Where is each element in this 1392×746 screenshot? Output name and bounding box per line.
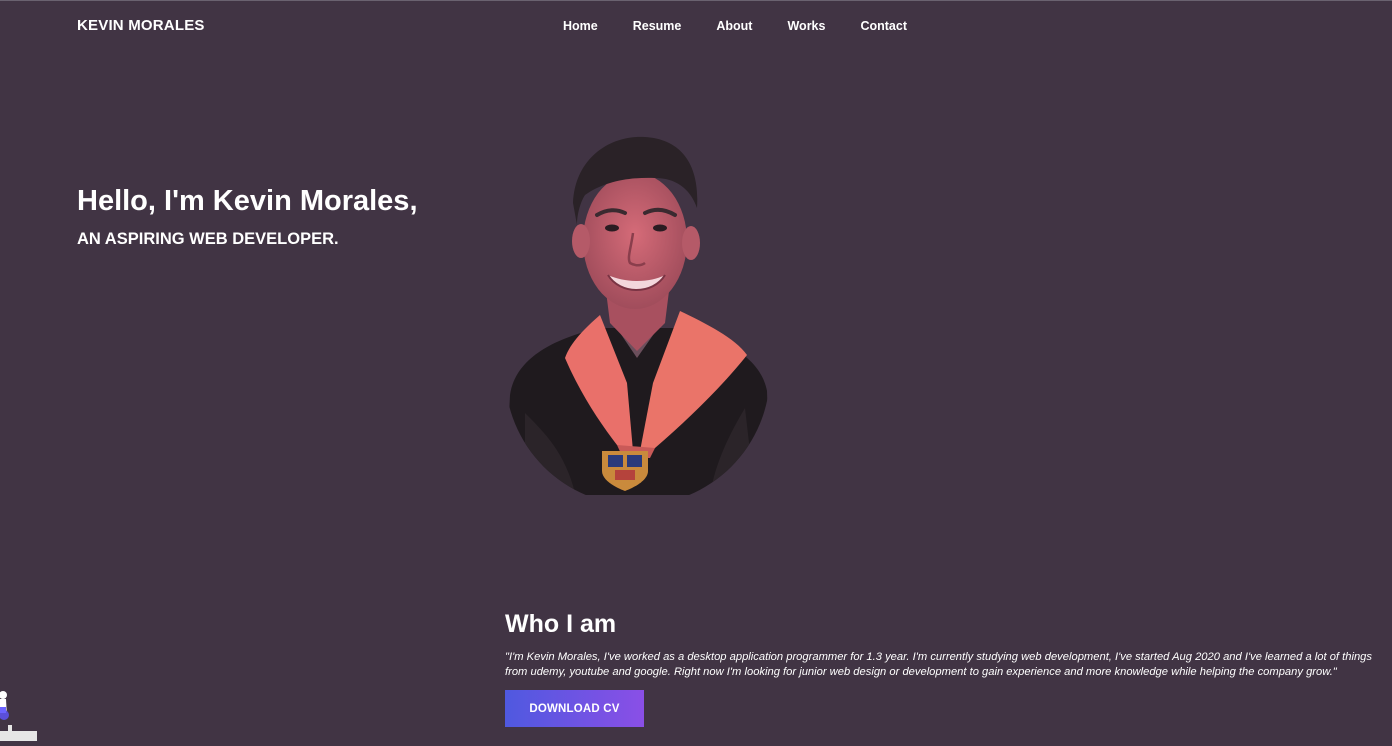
- download-cv-button[interactable]: DOWNLOAD CV: [505, 690, 644, 727]
- main-nav: Home Resume About Works Contact: [563, 19, 942, 33]
- nav-home[interactable]: Home: [563, 19, 598, 33]
- hero-subtitle: AN ASPIRING WEB DEVELOPER.: [77, 230, 339, 248]
- about-text: "I'm Kevin Morales, I've worked as a des…: [505, 650, 1392, 679]
- nav-resume[interactable]: Resume: [633, 19, 682, 33]
- brand-logo[interactable]: KEVIN MORALES: [77, 17, 205, 34]
- portrait-image: [505, 136, 770, 495]
- nav-contact[interactable]: Contact: [860, 19, 907, 33]
- about-heading: Who I am: [505, 610, 617, 638]
- about-text-line-2: from udemy, youtube and google. Right no…: [505, 665, 1337, 678]
- page: KEVIN MORALES Home Resume About Works Co…: [0, 0, 1392, 746]
- nav-works[interactable]: Works: [787, 19, 825, 33]
- nav-about[interactable]: About: [716, 19, 752, 33]
- hero-title: Hello, I'm Kevin Morales,: [77, 185, 418, 217]
- person-illustration-icon: [0, 691, 37, 741]
- about-text-line-1: "I'm Kevin Morales, I've worked as a des…: [505, 651, 1373, 663]
